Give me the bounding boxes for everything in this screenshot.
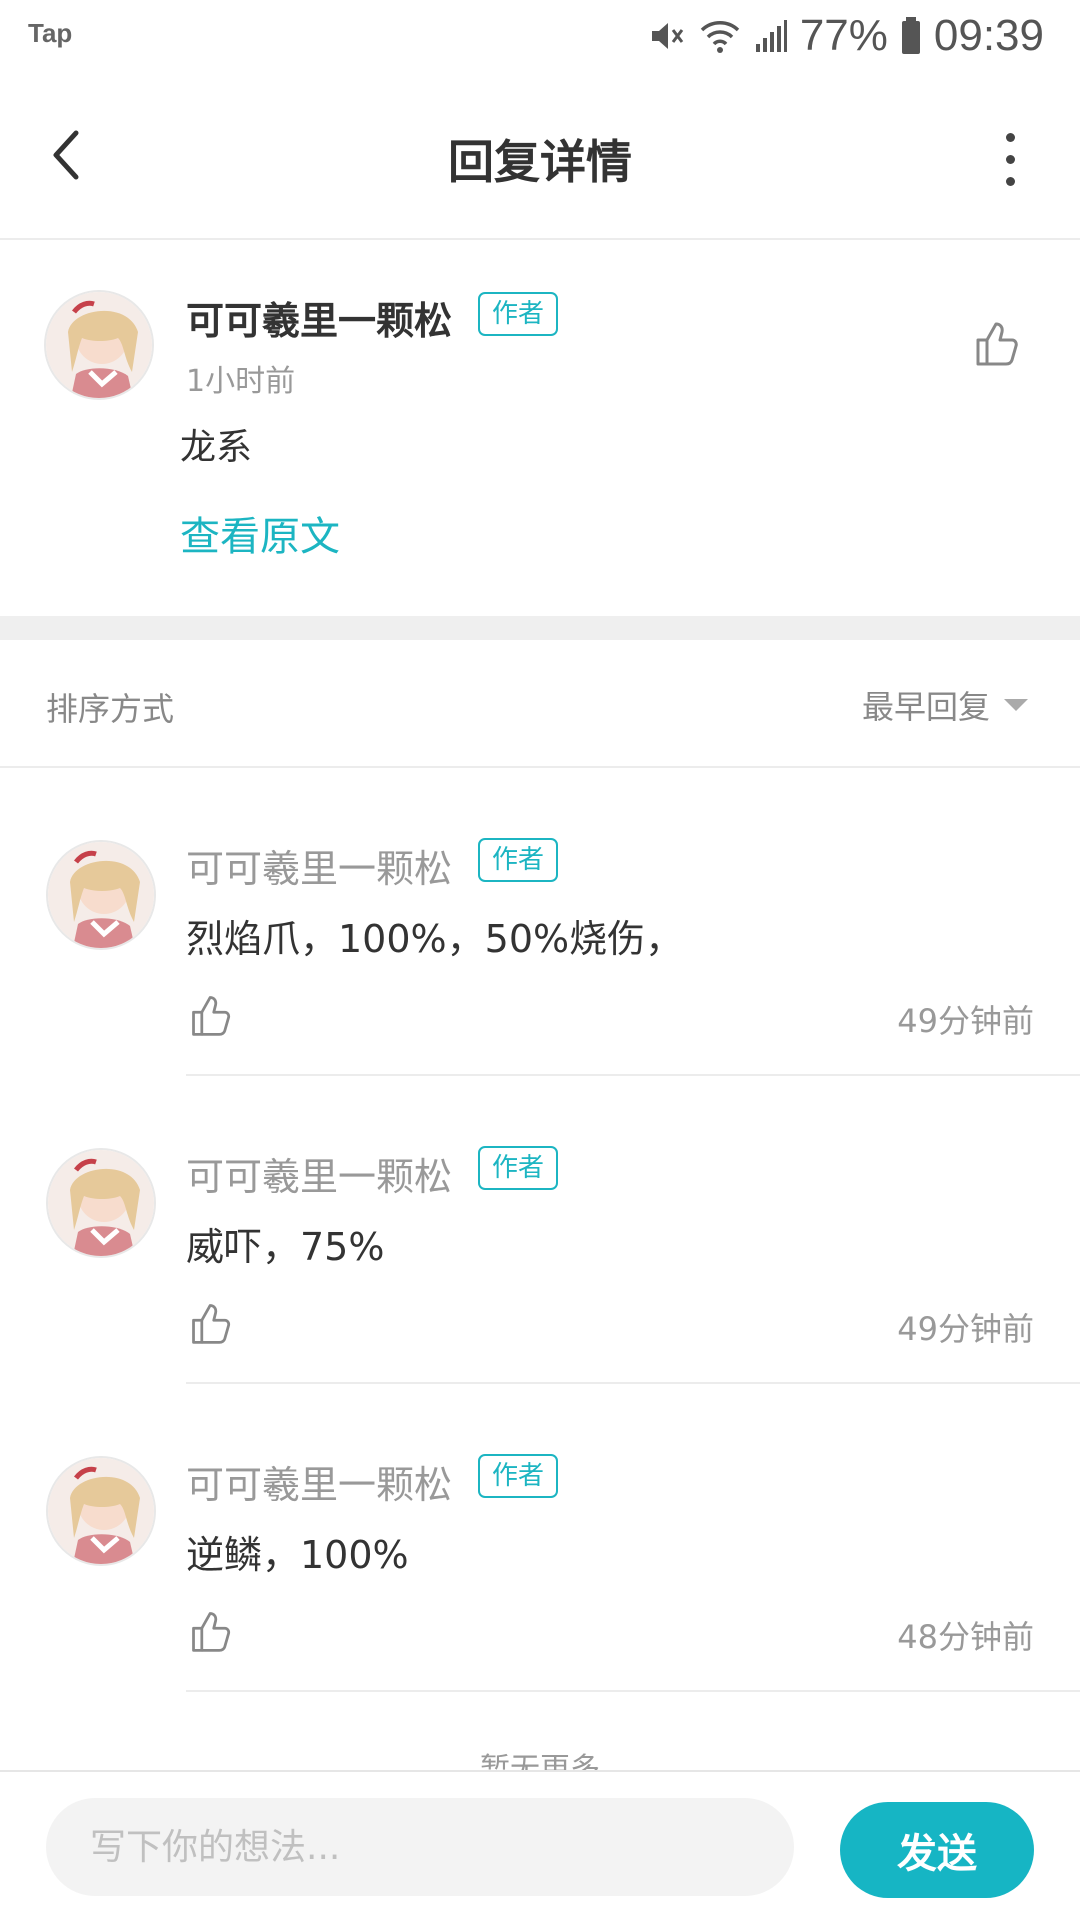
reply-author[interactable]: 可可羲里一颗松 bbox=[186, 1146, 452, 1201]
reply-item: 可可羲里一颗松 作者 逆鳞，100% 48分钟前 bbox=[0, 1384, 1080, 1692]
view-original-link[interactable]: 查看原文 bbox=[180, 504, 340, 562]
author-badge: 作者 bbox=[478, 1454, 559, 1498]
more-vertical-icon bbox=[1005, 132, 1015, 186]
author-badge: 作者 bbox=[478, 1146, 559, 1190]
thumbs-up-icon bbox=[192, 996, 231, 1036]
avatar[interactable] bbox=[46, 1456, 156, 1566]
author-badge: 作者 bbox=[478, 838, 559, 882]
comment-input[interactable] bbox=[46, 1798, 794, 1896]
page-title: 回复详情 bbox=[448, 135, 632, 189]
reply-time: 49分钟前 bbox=[897, 1310, 1034, 1348]
comment-composer: 发送 bbox=[0, 1770, 1080, 1920]
sort-value: 最早回复 bbox=[861, 688, 990, 726]
reply-time: 48分钟前 bbox=[897, 1618, 1034, 1656]
reply-text: 逆鳞，100% bbox=[186, 1533, 409, 1577]
reply-item: 可可羲里一颗松 作者 烈焰爪，100%，50%烧伤， 49分钟前 bbox=[0, 768, 1080, 1076]
app-header: 回复详情 bbox=[0, 74, 1080, 240]
comment-content: 龙系 bbox=[180, 427, 253, 468]
more-button[interactable] bbox=[990, 129, 1030, 189]
mute-icon bbox=[646, 16, 686, 56]
reply-text: 威吓，75% bbox=[186, 1225, 385, 1269]
reply-author[interactable]: 可可羲里一颗松 bbox=[186, 838, 452, 893]
reply-item: 可可羲里一颗松 作者 威吓，75% 49分钟前 bbox=[0, 1076, 1080, 1384]
caret-down-icon bbox=[1004, 699, 1028, 711]
reply-text: 烈焰爪，100%，50%烧伤， bbox=[186, 917, 684, 961]
battery-percent: 77% bbox=[799, 11, 888, 60]
section-divider bbox=[0, 616, 1080, 640]
status-bar: Tap 77% 09:39 bbox=[0, 0, 1080, 74]
main-comment: 可可羲里一颗松 作者 1小时前 龙系 查看原文 bbox=[0, 240, 1080, 616]
thumbs-up-icon bbox=[192, 1612, 231, 1652]
sort-dropdown[interactable]: 最早回复 bbox=[862, 680, 1028, 730]
signal-icon bbox=[754, 16, 788, 56]
comment-time: 1小时前 bbox=[186, 364, 296, 399]
battery-icon bbox=[900, 16, 922, 56]
sort-bar: 排序方式 最早回复 bbox=[0, 640, 1080, 768]
status-app-label: Tap bbox=[28, 18, 73, 48]
like-button[interactable] bbox=[188, 1608, 234, 1654]
author-badge: 作者 bbox=[478, 292, 559, 336]
avatar[interactable] bbox=[44, 290, 154, 400]
clock: 09:39 bbox=[933, 11, 1044, 60]
like-button[interactable] bbox=[188, 1300, 234, 1346]
reply-author[interactable]: 可可羲里一颗松 bbox=[186, 1454, 452, 1509]
thumbs-up-icon bbox=[976, 322, 1018, 366]
avatar[interactable] bbox=[46, 1148, 156, 1258]
wifi-icon bbox=[698, 16, 742, 56]
avatar[interactable] bbox=[46, 840, 156, 950]
like-button[interactable] bbox=[972, 318, 1022, 368]
thumbs-up-icon bbox=[192, 1304, 231, 1344]
status-icons: 77% 09:39 bbox=[646, 8, 1044, 64]
reply-time: 49分钟前 bbox=[897, 1002, 1034, 1040]
send-button[interactable]: 发送 bbox=[840, 1802, 1034, 1898]
divider bbox=[186, 1690, 1080, 1692]
sort-label: 排序方式 bbox=[46, 690, 175, 728]
like-button[interactable] bbox=[188, 992, 234, 1038]
author-name[interactable]: 可可羲里一颗松 bbox=[186, 290, 452, 345]
